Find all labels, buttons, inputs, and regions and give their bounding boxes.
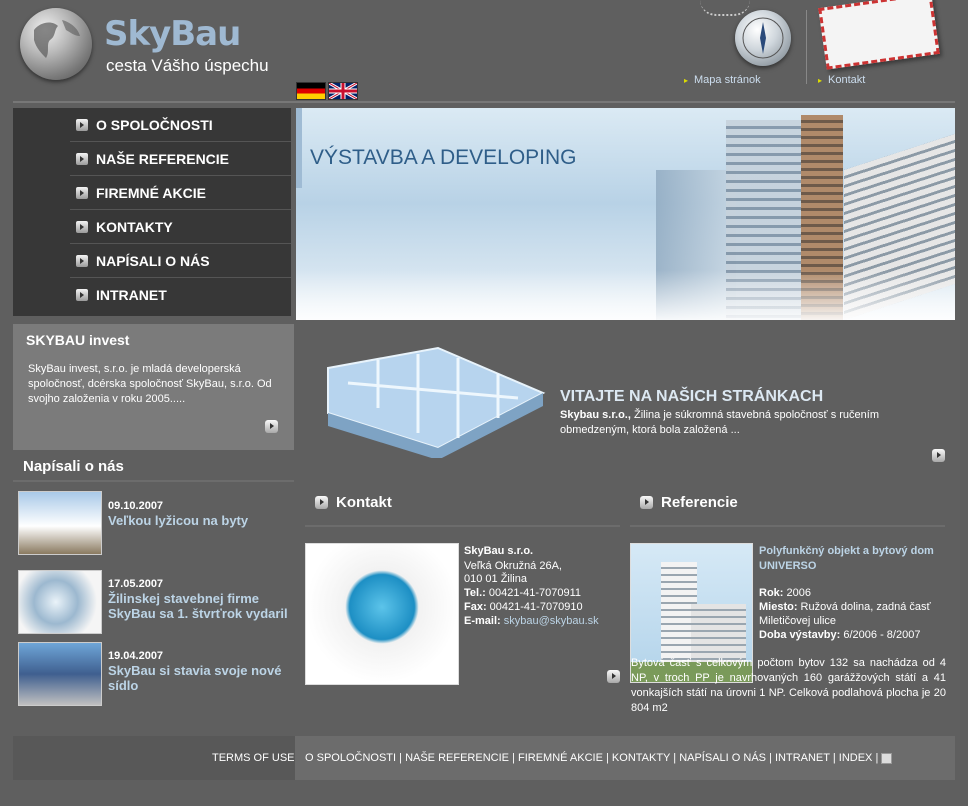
contact-company: SkyBau s.r.o. [464,545,534,557]
reference-description: Bytová časť s celkovým počtom bytov 132 … [631,657,946,714]
contact-link[interactable]: ▸ Kontakt [818,74,865,86]
contact-street: Veľká Okružná 26A, [464,560,562,572]
references-rule [630,525,945,527]
globe-hands-image [305,543,459,685]
arrow-bullet-icon[interactable] [640,496,653,509]
sitemap-link[interactable]: ▸ Mapa stránok [684,74,761,86]
footer-link-nase-referencie[interactable]: NAŠE REFERENCIE [405,752,509,764]
invest-text: SkyBau invest, s.r.o. je mladá developer… [28,363,272,405]
search-icon[interactable] [881,752,893,764]
welcome-more-button[interactable] [932,449,945,462]
contact-section-title: Kontakt [315,494,392,511]
contact-phone: Tel.: 00421-41-7070911 [464,587,582,599]
footer-link-intranet[interactable]: INTRANET [775,752,830,764]
menu-item-nase-referencie[interactable]: NAŠE REFERENCIE [70,142,291,176]
menu-item-kontakty[interactable]: KONTAKTY [70,210,291,244]
floor-plan-image [318,338,548,463]
news-thumbnail[interactable] [18,491,102,555]
news-date: 19.04.2007 [108,650,164,662]
german-flag-icon[interactable] [296,82,326,100]
news-link[interactable]: Veľkou lyžicou na byty [108,513,288,528]
arrow-bullet-icon [76,288,88,301]
news-date: 09.10.2007 [108,500,164,512]
arrow-bullet-icon [76,220,88,233]
news-section-title: Napísali o nás [23,458,124,475]
skybau-invest-box: SKYBAU invest SkyBau invest, s.r.o. je m… [13,324,294,450]
header-rule [13,101,955,103]
contact-city: 010 01 Žilina [464,573,527,585]
contact-fax: Fax: 00421-41-7070910 [464,601,583,613]
menu-item-firemne-akcie[interactable]: FIREMNÉ AKCIE [70,176,291,210]
header-divider [806,10,807,84]
invest-title: SKYBAU invest [26,332,130,348]
compass-icon [735,10,791,66]
arrow-bullet-icon [76,152,88,165]
reference-year: Rok: 2006 [759,587,811,599]
contact-more-button[interactable] [607,670,620,683]
footer-link-firemne-akcie[interactable]: FIREMNÉ AKCIE [518,752,603,764]
cloud-image [296,270,955,320]
arrow-bullet-icon[interactable] [315,496,328,509]
reference-project-title[interactable]: Polyfunkčný objekt a bytový dom UNIVERSO [759,544,949,574]
globe-logo-icon[interactable] [20,8,92,80]
news-thumbnail[interactable] [18,570,102,634]
menu-item-o-spolocnosti[interactable]: O SPOLOČNOSTI [70,108,291,142]
news-date: 17.05.2007 [108,578,164,590]
menu-item-napisali-o-nas[interactable]: NAPÍSALI O NÁS [70,244,291,278]
footer-link-kontakty[interactable]: KONTAKTY [612,752,670,764]
reference-duration: Doba výstavby: 6/2006 - 8/2007 [759,629,921,641]
email-link[interactable]: skybau@skybau.sk [501,615,599,627]
banner-title: VÝSTAVBA A DEVELOPING [310,146,577,169]
footer-nav: O SPOLOČNOSTI | NAŠE REFERENCIE | FIREMN… [305,752,893,764]
main-menu: O SPOLOČNOSTI NAŠE REFERENCIE FIREMNÉ AK… [13,108,291,316]
invest-more-button[interactable] [265,420,278,433]
contact-email: E-mail: skybau@skybau.sk [464,615,599,627]
footer-link-index[interactable]: INDEX [839,752,873,764]
references-section-title: Referencie [640,494,738,511]
hero-banner: VÝSTAVBA A DEVELOPING [296,108,955,320]
english-flag-icon[interactable] [328,82,358,100]
logo-title[interactable]: SkyBau [104,14,241,54]
news-rule [13,480,294,482]
terms-of-use-link[interactable]: TERMS OF USE [212,752,295,764]
arrow-bullet-icon [76,254,88,267]
footer-link-o-spolocnosti[interactable]: O SPOLOČNOSTI [305,752,396,764]
footer-link-napisali-o-nas[interactable]: NAPÍSALI O NÁS [679,752,766,764]
news-thumbnail[interactable] [18,642,102,706]
logo-subtitle: cesta Vášho úspechu [106,56,269,75]
welcome-text: Skybau s.r.o., Žilina je súkromná staveb… [560,409,879,436]
welcome-title: VITAJTE NA NAŠICH STRÁNKACH [560,388,824,405]
news-link[interactable]: Žilinskej stavebnej firme SkyBau sa 1. š… [108,591,288,621]
contact-rule [305,525,620,527]
news-link[interactable]: SkyBau si stavia svoje nové sídlo [108,663,288,693]
reference-place: Miesto: Ružová dolina, zadná časť Mileti… [759,601,931,627]
envelope-icon [818,0,940,70]
arrow-bullet-icon [76,118,88,131]
menu-item-intranet[interactable]: INTRANET [70,278,291,311]
arrow-bullet-icon [76,186,88,199]
banner-accent-bar [296,108,302,188]
